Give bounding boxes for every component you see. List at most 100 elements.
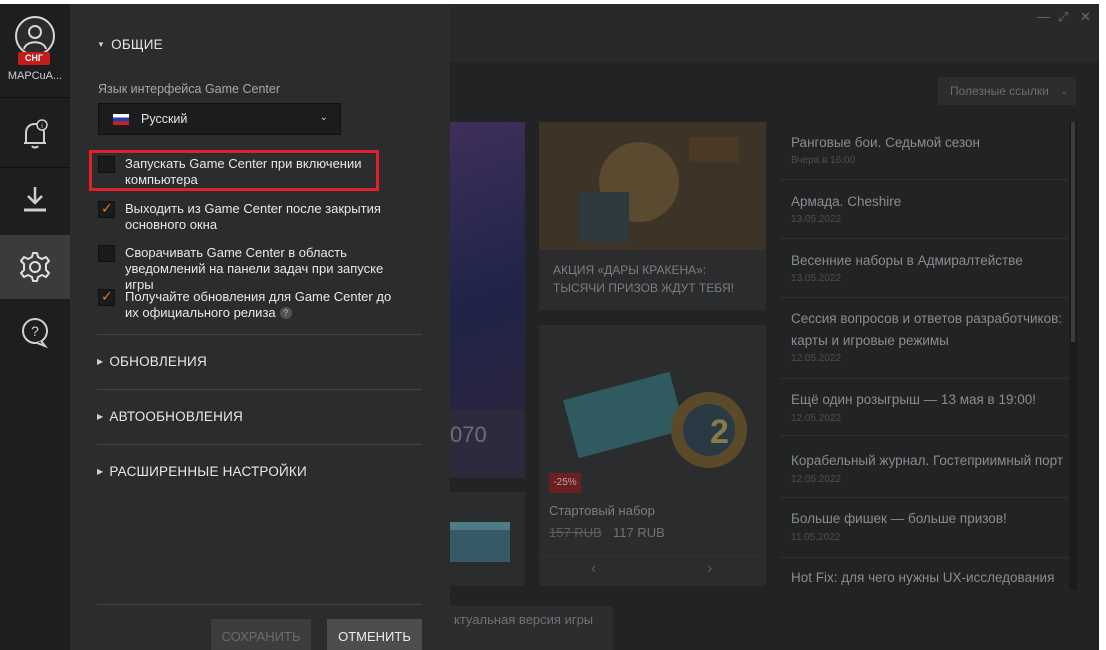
news-item[interactable]: Сессия вопросов и ответов разработчиков:… bbox=[780, 299, 1070, 379]
section-divider bbox=[97, 444, 422, 445]
exit-on-close-checkbox[interactable] bbox=[98, 200, 115, 218]
help-icon: ? bbox=[22, 318, 49, 349]
news-title: Сессия вопросов и ответов разработчиков:… bbox=[791, 311, 1063, 348]
old-price: 157 RUB bbox=[549, 525, 602, 540]
triangle-right-icon: ▶ bbox=[97, 412, 104, 421]
top-page-strip bbox=[0, 0, 1106, 4]
minimize-icon[interactable]: — bbox=[1037, 9, 1050, 24]
small-card[interactable] bbox=[450, 492, 525, 586]
news-item[interactable]: Ещё один розыгрыш — 13 мая в 19:00! 12.0… bbox=[780, 380, 1070, 436]
advanced-section-title: РАСШИРЕННЫЕ НАСТРОЙКИ bbox=[109, 464, 307, 479]
starter-pack-art bbox=[539, 325, 766, 475]
badge-number: 2 bbox=[710, 413, 729, 451]
chevron-right-icon[interactable]: › bbox=[707, 560, 712, 578]
sidebar-item-notifications[interactable]: i bbox=[0, 102, 70, 166]
discount-badge: -25% bbox=[549, 473, 581, 493]
promo-card[interactable]: АКЦИЯ «ДАРЫ КРАКЕНА»: ТЫСЯЧИ ПРИЗОВ ЖДУТ… bbox=[539, 122, 766, 310]
news-date: Вчера в 16:00 bbox=[791, 155, 856, 166]
bell-icon: i bbox=[24, 119, 48, 149]
cancel-button[interactable]: ОТМЕНИТЬ bbox=[327, 619, 422, 650]
autoupdates-section-title: АВТООБНОВЛЕНИЯ bbox=[109, 409, 243, 424]
game-version-text: ктуальная версия игры bbox=[454, 612, 594, 627]
news-item[interactable]: Армада. Cheshire 13.05.2022 bbox=[780, 181, 1070, 239]
promo-title-line1: АКЦИЯ «ДАРЫ КРАКЕНА»: bbox=[553, 263, 707, 277]
triangle-right-icon: ▶ bbox=[97, 357, 104, 366]
user-icon bbox=[23, 25, 47, 50]
svg-text:?: ? bbox=[31, 323, 39, 339]
region-badge: СНГ bbox=[18, 52, 50, 65]
sidebar-item-downloads[interactable] bbox=[0, 168, 70, 232]
minimize-to-tray-checkbox[interactable] bbox=[98, 245, 115, 262]
banner-art bbox=[450, 122, 525, 410]
news-title: Армада. Cheshire bbox=[791, 194, 902, 209]
news-item[interactable]: Больше фишек — больше призов! 11.05.2022 bbox=[780, 499, 1070, 558]
news-item[interactable]: Корабельный журнал. Гостеприимный порт 1… bbox=[780, 437, 1070, 498]
starter-pack-card[interactable]: 2 -25% Стартовый набор 157 RUB 117 RUB ‹… bbox=[539, 325, 766, 586]
gear-icon bbox=[20, 252, 50, 282]
main-banner-card[interactable]: 070 bbox=[450, 122, 525, 478]
section-divider bbox=[97, 334, 422, 335]
news-title: Корабельный журнал. Гостеприимный порт bbox=[791, 453, 1064, 468]
news-item[interactable]: Hot Fix: для чего нужны UX-исследования bbox=[780, 559, 1070, 589]
help-icon[interactable]: ? bbox=[279, 307, 292, 319]
news-date: 11.05.2022 bbox=[791, 532, 841, 543]
language-select[interactable]: Русский ⌄ bbox=[98, 103, 341, 135]
chevron-left-icon[interactable]: ‹ bbox=[591, 560, 596, 578]
chevron-down-icon: ⌄ bbox=[319, 112, 328, 123]
news-date: 13.05.2022 bbox=[791, 214, 842, 225]
option-label: Получайте обновления для Game Center до … bbox=[125, 289, 392, 320]
news-date: 12.05.2022 bbox=[791, 474, 842, 485]
news-title: Hot Fix: для чего нужны UX-исследования bbox=[791, 570, 1055, 585]
news-date: 12.05.2022 bbox=[791, 413, 842, 424]
russia-flag-icon bbox=[113, 113, 129, 125]
close-icon[interactable]: ✕ bbox=[1080, 9, 1091, 25]
footer-divider bbox=[97, 604, 422, 605]
option-label: Сворачивать Game Center в область уведом… bbox=[125, 245, 384, 292]
news-title: Ещё один розыгрыш — 13 мая в 19:00! bbox=[791, 392, 1037, 407]
sidebar-item-settings[interactable] bbox=[0, 235, 70, 299]
autoupdates-section-header[interactable]: ▶ АВТООБНОВЛЕНИЯ bbox=[97, 409, 243, 424]
main-sidebar: СНГ МАРСuA... i ? bbox=[0, 0, 70, 650]
general-section-title: ОБЩИЕ bbox=[111, 37, 163, 52]
general-section-header[interactable]: ▼ ОБЩИЕ bbox=[97, 37, 163, 52]
news-title: Весенние наборы в Адмиралтействе bbox=[791, 253, 1023, 268]
maximize-icon[interactable]: ⤢ bbox=[1058, 9, 1068, 25]
promo-title-line2: ТЫСЯЧИ ПРИЗОВ ЖДУТ ТЕБЯ! bbox=[553, 281, 734, 295]
option-label: Выходить из Game Center после закрытия о… bbox=[125, 201, 381, 232]
avatar bbox=[15, 16, 55, 56]
background-header bbox=[450, 4, 1099, 62]
updates-section-header[interactable]: ▶ ОБНОВЛЕНИЯ bbox=[97, 354, 207, 369]
sidebar-item-help[interactable]: ? bbox=[0, 300, 70, 364]
promo-art bbox=[539, 122, 766, 250]
new-price: 117 RUB bbox=[613, 525, 665, 540]
news-date: 13.05.2022 bbox=[791, 273, 842, 284]
language-value: Русский bbox=[141, 112, 188, 126]
news-title: Ранговые бои. Седьмой сезон bbox=[791, 135, 980, 150]
starter-pack-title: Стартовый набор bbox=[549, 503, 655, 518]
section-divider bbox=[97, 389, 422, 390]
chest-art bbox=[450, 522, 510, 562]
download-icon bbox=[24, 187, 46, 212]
news-item[interactable]: Ранговые бои. Седьмой сезон Вчера в 16:0… bbox=[780, 122, 1070, 180]
useful-links-label: Полезные ссылки bbox=[950, 84, 1049, 98]
carousel-controls: ‹ › bbox=[539, 555, 766, 586]
news-scrollbar-thumb[interactable] bbox=[1071, 122, 1075, 342]
highlight-box bbox=[89, 150, 379, 191]
triangle-right-icon: ▶ bbox=[97, 467, 104, 476]
username[interactable]: МАРСuA... bbox=[0, 70, 70, 82]
save-button[interactable]: СОХРАНИТЬ bbox=[211, 619, 311, 650]
option-label-wrap: Получайте обновления для Game Center до … bbox=[125, 289, 400, 321]
chevron-down-icon: ⌄ bbox=[1060, 86, 1068, 96]
advanced-section-header[interactable]: ▶ РАСШИРЕННЫЕ НАСТРОЙКИ bbox=[97, 464, 307, 479]
sidebar-divider bbox=[0, 97, 70, 98]
early-updates-checkbox[interactable] bbox=[98, 288, 115, 306]
news-title: Больше фишек — больше призов! bbox=[791, 511, 1007, 526]
updates-section-title: ОБНОВЛЕНИЯ bbox=[109, 354, 207, 369]
settings-panel: ▼ ОБЩИЕ Язык интерфейса Game Center Русск… bbox=[70, 0, 450, 650]
right-page-strip bbox=[1099, 0, 1106, 650]
news-item[interactable]: Весенние наборы в Адмиралтействе 13.05.2… bbox=[780, 240, 1070, 298]
news-date: 12.05.2022 bbox=[791, 353, 842, 364]
banner-number: 070 bbox=[450, 422, 487, 447]
triangle-down-icon: ▼ bbox=[97, 40, 106, 49]
useful-links-dropdown[interactable]: Полезные ссылки ⌄ bbox=[938, 77, 1076, 105]
